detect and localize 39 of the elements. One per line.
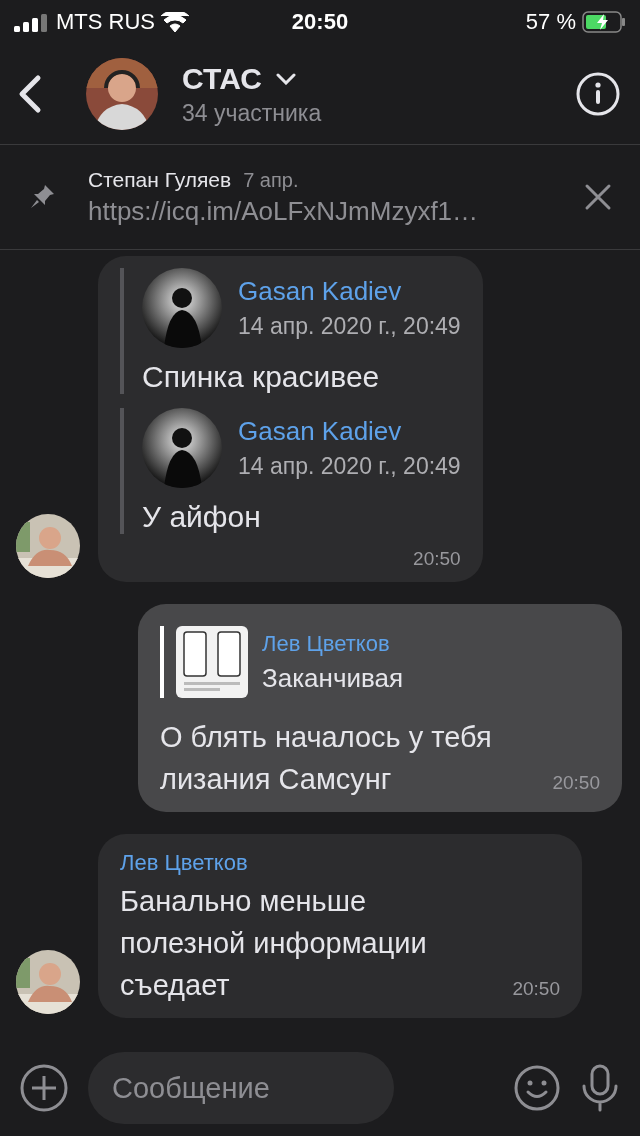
message-text: О блять началось у тебя лизания Самсунг — [160, 720, 493, 797]
message-text: Банально меньше полезной информации съедает — [120, 884, 428, 1003]
quote-date: 14 апр. 2020 г., 20:49 — [238, 313, 461, 340]
battery-percent: 57 % — [525, 9, 576, 35]
quoted-message[interactable]: Gasan Kadiev 14 апр. 2020 г., 20:49 У айфон — [120, 408, 461, 534]
message-input[interactable]: Сообщение — [88, 1052, 394, 1124]
quote-text: Спинка красивее — [142, 360, 381, 394]
chevron-down-icon[interactable] — [275, 72, 296, 85]
quote-author: Gasan Kadiev — [238, 276, 403, 307]
pin-icon — [28, 183, 56, 211]
quoted-message[interactable]: Gasan Kadiev 14 апр. 2020 г., 20:49 Спинка красивее — [120, 268, 461, 394]
info-icon[interactable] — [576, 72, 620, 116]
message-time: 20:50 — [512, 978, 560, 1000]
pinned-date: 7 апр. — [243, 168, 299, 192]
message-bubble[interactable]: Лев Цветков Банально меньше полезной информации съедает 20:50 — [98, 834, 582, 1018]
carrier-name: MTS RUS — [56, 9, 155, 35]
add-icon[interactable] — [20, 1064, 68, 1112]
emoji-icon[interactable] — [514, 1065, 560, 1111]
microphone-icon[interactable] — [580, 1064, 620, 1112]
wifi-icon — [161, 12, 189, 32]
close-icon[interactable] — [584, 183, 612, 211]
reply-author: Лев Цветков — [262, 630, 391, 657]
sender-name: Лев Цветков — [120, 850, 249, 876]
quote-text: У айфон — [142, 500, 262, 534]
clock-time: 20:50 — [291, 9, 349, 35]
message-bubble[interactable]: Gasan Kadiev 14 апр. 2020 г., 20:49 Спинка красивее Gasan Kadiev 14 апр. 2020 г., 20:49 У айфон 20:50 — [98, 256, 483, 582]
signal-icon — [14, 12, 50, 32]
quote-author: Gasan Kadiev — [238, 416, 403, 447]
battery-icon — [582, 11, 626, 33]
chat-title[interactable]: СТАС — [182, 61, 262, 96]
quote-date: 14 апр. 2020 г., 20:49 — [238, 453, 461, 480]
message-time: 20:50 — [412, 548, 461, 570]
pinned-message[interactable]: https://icq.im/AoLFxNJmMzyxf1… — [88, 195, 584, 227]
pinned-author: Степан Гуляев — [88, 167, 232, 192]
reply-text: Заканчивая — [262, 662, 404, 694]
member-count: 34 участника — [182, 99, 323, 127]
message-bubble[interactable]: Лев Цветков Заканчивая О блять началось у тебя лизания Самсунг 20:50 — [138, 604, 622, 812]
reply-preview[interactable]: Лев Цветков Заканчивая — [160, 626, 600, 698]
message-time: 20:50 — [552, 772, 600, 794]
